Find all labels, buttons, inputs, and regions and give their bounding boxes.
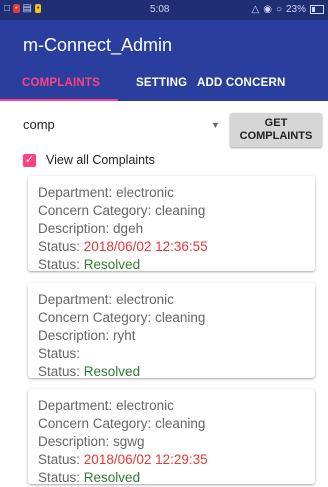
department-line: Department: electronic <box>38 185 174 200</box>
status-icons-left: □ • ▤ • <box>4 3 42 14</box>
wifi-icon: ○ <box>275 4 282 15</box>
get-button-line2: COMPLAINTS <box>239 130 313 142</box>
category-line: Concern Category: cleaning <box>38 203 206 218</box>
app-title: m-Connect_Admin <box>23 35 173 55</box>
get-complaints-button[interactable]: GET COMPLAINTS <box>230 113 322 147</box>
tab-bar: COMPLAINTS SETTING ADD CONCERN <box>0 65 328 101</box>
status-bar: □ • ▤ • 5:08 △ ◉ ○ 23% <box>0 0 328 20</box>
status-date-line: Status: 2018/06/02 12:29:35 <box>38 452 208 467</box>
get-button-line1: GET <box>264 117 288 129</box>
battery-percent: 23% <box>285 4 306 15</box>
app-bar: m-Connect_Admin <box>0 20 328 65</box>
description-line: Description: sgwg <box>38 434 145 449</box>
view-all-checkbox[interactable]: ✓ <box>23 153 36 167</box>
signal-bars-icon: ▤ <box>22 3 32 14</box>
status-date-line: Status: <box>38 346 81 361</box>
department-line: Department: electronic <box>38 292 174 307</box>
complaint-card: Department: electronic Concern Category:… <box>28 176 315 272</box>
complaint-card: Department: electronic Concern Category:… <box>28 389 315 485</box>
spinner-value: comp <box>23 117 55 132</box>
complaint-card: Department: electronic Concern Category:… <box>28 283 315 379</box>
category-line: Concern Category: cleaning <box>38 310 206 325</box>
status-time: 5:08 <box>150 4 170 15</box>
tab-setting[interactable]: SETTING <box>136 65 187 101</box>
data-icon: • <box>34 4 42 13</box>
status-icons-right: △ ◉ ○ 23% <box>251 4 324 15</box>
view-all-label[interactable]: View all Complaints <box>46 153 155 167</box>
description-line: Description: dgeh <box>38 221 144 236</box>
status-line: Status: Resolved <box>38 470 141 485</box>
tab-add-concern[interactable]: ADD CONCERN <box>197 65 285 101</box>
complaint-type-spinner[interactable]: comp ▼ <box>23 117 223 137</box>
dropdown-arrow-icon: ▼ <box>211 120 220 130</box>
category-line: Concern Category: cleaning <box>38 416 206 431</box>
notification-icon: • <box>13 4 20 13</box>
eye-icon: ◉ <box>263 4 272 15</box>
view-all-row[interactable]: ✓ View all Complaints <box>23 152 155 168</box>
status-date-line: Status: 2018/06/02 12:36:55 <box>38 239 208 254</box>
status-line: Status: Resolved <box>38 257 141 272</box>
department-line: Department: electronic <box>38 398 174 413</box>
status-line: Status: Resolved <box>38 364 141 379</box>
battery-icon <box>310 5 324 14</box>
alarm-icon: △ <box>251 4 260 15</box>
signal-icon: □ <box>4 3 11 14</box>
description-line: Description: ryht <box>38 328 136 343</box>
tab-complaints[interactable]: COMPLAINTS <box>22 65 100 101</box>
